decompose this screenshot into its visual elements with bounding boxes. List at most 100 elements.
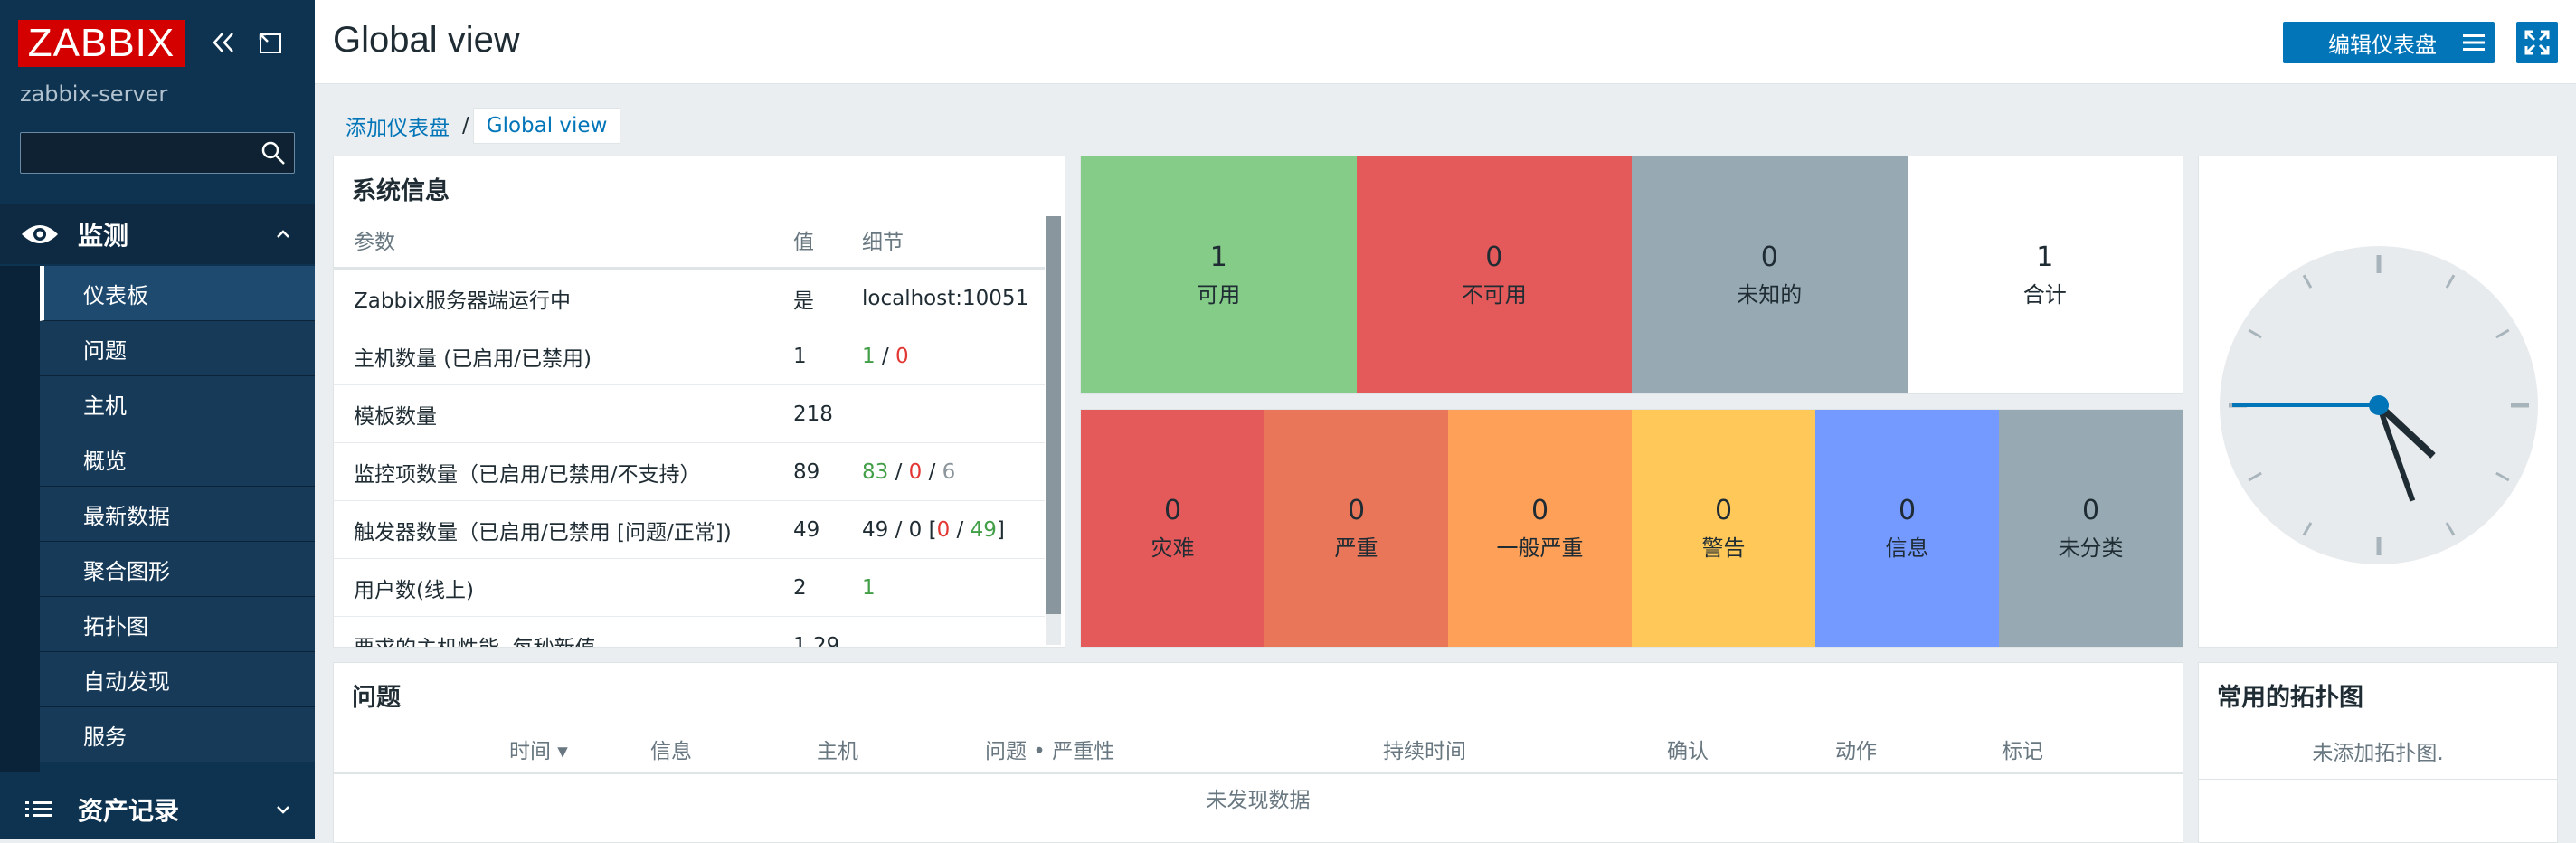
sidebar-item-problems[interactable]: 问题: [40, 321, 315, 376]
sidebar-item-label: 拓扑图: [83, 613, 148, 639]
availability-total[interactable]: 1 合计: [1907, 156, 2183, 393]
detail-enabled: 83: [862, 459, 889, 484]
server-name: zabbix-server: [20, 81, 168, 107]
severity-label: 未分类: [2058, 535, 2124, 561]
edit-dashboard-button[interactable]: 编辑仪表盘: [2283, 22, 2482, 63]
page-title: Global view: [333, 20, 520, 60]
sidebar-item-services[interactable]: 服务: [40, 707, 315, 762]
severity-label: 信息: [1885, 535, 1929, 561]
severity-count: 0: [1530, 495, 1549, 526]
column-header-tags: 标记: [2002, 740, 2043, 763]
sidebar-item-screens[interactable]: 聚合图形: [40, 542, 315, 597]
column-header-ack: 确认: [1667, 740, 1709, 763]
detail-cell: 1: [861, 558, 1045, 617]
severity-label: 警告: [1701, 535, 1746, 561]
param-cell: 模板数量: [334, 384, 792, 443]
availability-available[interactable]: 1 可用: [1081, 156, 1357, 393]
breadcrumb-current[interactable]: Global view: [472, 108, 621, 144]
availability-label: 不可用: [1461, 282, 1527, 308]
param-cell: 触发器数量（已启用/已禁用 [问题/正常]): [334, 500, 792, 559]
hamburger-icon: [2463, 34, 2485, 51]
detail-ok: 49: [970, 517, 997, 542]
clock-center: [2369, 395, 2389, 415]
value-cell: 2: [792, 558, 861, 617]
menu-section-label: 资产记录: [78, 796, 180, 826]
value-cell: 1: [792, 327, 861, 385]
availability-unknown[interactable]: 0 未知的: [1632, 156, 1908, 393]
widget-title: 系统信息: [352, 177, 450, 205]
system-info-table: 参数 值 细节 Zabbix服务器端运行中 是 localhost:10051 …: [334, 213, 1045, 647]
favourite-maps-widget: 常用的拓扑图 未添加拓扑图.: [2198, 662, 2558, 843]
value-cell: 是: [792, 268, 861, 327]
table-row: 触发器数量（已启用/已禁用 [问题/正常]) 49 49 / 0 [0 / 49…: [334, 500, 1045, 559]
sidebar-search[interactable]: [20, 132, 295, 174]
sidebar-item-hosts[interactable]: 主机: [40, 376, 315, 431]
dashboard-menu-button[interactable]: [2453, 22, 2495, 63]
value-cell: 89: [792, 442, 861, 501]
breadcrumb-separator: /: [462, 114, 469, 137]
severity-warning[interactable]: 0 警告: [1632, 410, 1815, 647]
availability-count: 1: [1209, 242, 1227, 273]
column-header-time[interactable]: 时间 ▾: [509, 734, 568, 764]
column-header-host: 主机: [817, 740, 858, 763]
detail-cell: localhost:10051: [861, 268, 1045, 327]
param-cell: 用户数(线上): [334, 558, 792, 617]
severity-average[interactable]: 0 一般严重: [1448, 410, 1632, 647]
monitoring-submenu: 仪表板 问题 主机 概览 最新数据 聚合图形 拓扑图 自动发现 服务: [0, 266, 315, 762]
collapse-sidebar-icon[interactable]: [208, 27, 239, 58]
sidebar-item-discovery[interactable]: 自动发现: [40, 652, 315, 707]
breadcrumb-link-dashboards[interactable]: 添加仪表盘: [333, 110, 459, 141]
detail-text: 49 / 0 [: [862, 517, 937, 542]
severity-information[interactable]: 0 信息: [1815, 410, 1999, 647]
detail-cell: 1 / 0: [861, 327, 1045, 385]
param-cell: 监控项数量（已启用/已禁用/不支持）: [334, 442, 792, 501]
detail-online: 1: [862, 575, 876, 600]
problems-by-severity-widget: 0 灾难 0 严重 0 一般严重 0 警告 0 信息 0 未分类: [1080, 409, 2183, 648]
sidebar-item-label: 自动发现: [83, 668, 170, 695]
problems-table-header: 时间 ▾ 信息 主机 问题 • 严重性 持续时间 确认 动作 标记: [334, 721, 2183, 774]
availability-unavailable[interactable]: 0 不可用: [1356, 156, 1632, 393]
zabbix-logo[interactable]: ZABBIX: [18, 20, 185, 67]
page-header: Global view: [315, 0, 2576, 84]
sidebar-item-label: 服务: [83, 724, 127, 750]
column-header-value: 值: [792, 213, 861, 270]
severity-label: 灾难: [1151, 535, 1195, 561]
fullscreen-button[interactable]: [2516, 22, 2558, 63]
detail-separator: /: [888, 459, 909, 484]
detail-cell: 83 / 0 / 6: [861, 442, 1045, 501]
column-header-parameter: 参数: [334, 213, 792, 270]
severity-high[interactable]: 0 严重: [1264, 410, 1448, 647]
menu-section-monitoring[interactable]: 监测: [0, 204, 315, 264]
severity-disaster[interactable]: 0 灾难: [1081, 410, 1264, 647]
search-icon[interactable]: [260, 139, 287, 166]
param-cell: 要求的主机性能, 每秒新值: [334, 616, 792, 647]
sidebar-item-dashboard[interactable]: 仪表板: [40, 266, 315, 321]
table-row: 主机数量 (已启用/已禁用) 1 1 / 0: [334, 327, 1045, 385]
eye-icon: [22, 225, 58, 243]
host-availability-widget: 1 可用 0 不可用 0 未知的 1 合计: [1080, 156, 2183, 394]
detail-unsupported: 6: [942, 459, 956, 484]
param-cell: 主机数量 (已启用/已禁用): [334, 327, 792, 385]
no-data-message: 未发现数据: [1206, 789, 1311, 812]
sidebar-item-latest-data[interactable]: 最新数据: [40, 487, 315, 542]
sidebar-item-label: 概览: [83, 448, 127, 474]
availability-label: 合计: [2022, 282, 2067, 308]
sidebar-item-overview[interactable]: 概览: [40, 431, 315, 487]
severity-not-classified[interactable]: 0 未分类: [1999, 410, 2183, 647]
analog-clock: [2220, 246, 2538, 564]
sidebar-item-maps[interactable]: 拓扑图: [40, 597, 315, 652]
table-row: 监控项数量（已启用/已禁用/不支持） 89 83 / 0 / 6: [334, 442, 1045, 501]
menu-section-inventory[interactable]: 资产记录: [0, 780, 315, 839]
logo-text: ZABBIX: [27, 21, 175, 65]
detail-enabled: 1: [862, 344, 876, 368]
severity-count: 0: [1898, 495, 1917, 526]
list-icon: [25, 801, 52, 817]
widget-title: 常用的拓扑图: [2217, 684, 2363, 712]
scrollbar-thumb[interactable]: [1046, 216, 1061, 614]
search-input[interactable]: [21, 133, 249, 171]
table-row: Zabbix服务器端运行中 是 localhost:10051: [334, 268, 1045, 327]
severity-count: 0: [1163, 495, 1182, 526]
kiosk-mode-icon[interactable]: [255, 27, 286, 58]
severity-count: 0: [1347, 495, 1366, 526]
widget-title: 问题: [352, 684, 401, 712]
